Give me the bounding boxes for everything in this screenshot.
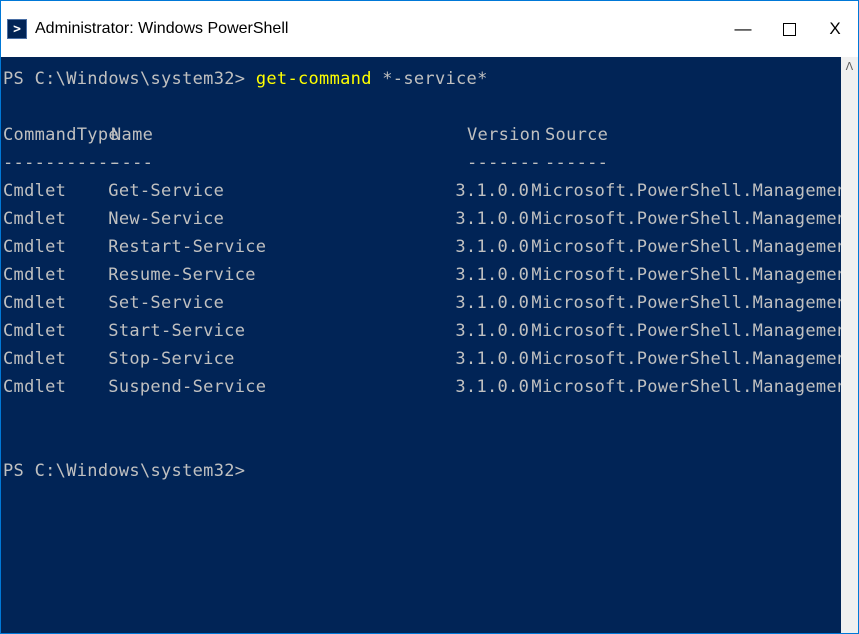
cell-source: Microsoft.PowerShell.Management	[531, 177, 858, 205]
cell-type: Cmdlet	[3, 373, 108, 401]
cell-version: 3.1.0.0	[455, 261, 531, 289]
cell-type: Cmdlet	[3, 205, 108, 233]
cell-type: Cmdlet	[3, 261, 108, 289]
powershell-window: > Administrator: Windows PowerShell — X …	[0, 0, 859, 634]
cell-name: Get-Service	[108, 177, 455, 205]
command-text: get-command	[256, 65, 372, 93]
cell-version: 3.1.0.0	[455, 289, 531, 317]
cell-type: Cmdlet	[3, 317, 108, 345]
titlebar[interactable]: > Administrator: Windows PowerShell — X	[1, 1, 858, 57]
scrollbar[interactable]: ᐱ	[841, 57, 858, 633]
powershell-icon: >	[7, 19, 27, 39]
cell-name: New-Service	[108, 205, 455, 233]
cell-version: 3.1.0.0	[455, 233, 531, 261]
header-source: Source	[545, 121, 858, 149]
blank-line	[3, 429, 858, 457]
header-name: Name	[111, 121, 467, 149]
window-title: Administrator: Windows PowerShell	[35, 20, 288, 38]
cell-name: Restart-Service	[108, 233, 455, 261]
console-area[interactable]: PS C:\Windows\system32> get-command *-se…	[1, 57, 858, 633]
cell-name: Stop-Service	[108, 345, 455, 373]
cell-name: Start-Service	[108, 317, 455, 345]
table-row: CmdletSuspend-Service3.1.0.0Microsoft.Po…	[3, 373, 858, 401]
cell-source: Microsoft.PowerShell.Management	[531, 261, 858, 289]
header-commandtype: CommandType	[3, 121, 111, 149]
table-row: CmdletStop-Service3.1.0.0Microsoft.Power…	[3, 345, 858, 373]
command-arg: *-service*	[372, 65, 488, 93]
window-controls: — X	[720, 1, 858, 57]
cell-source: Microsoft.PowerShell.Management	[531, 233, 858, 261]
cell-name: Suspend-Service	[108, 373, 455, 401]
cell-type: Cmdlet	[3, 345, 108, 373]
maximize-icon	[783, 23, 796, 36]
prompt-line: PS C:\Windows\system32>	[3, 457, 858, 485]
cell-version: 3.1.0.0	[455, 205, 531, 233]
cell-type: Cmdlet	[3, 177, 108, 205]
cell-source: Microsoft.PowerShell.Management	[531, 205, 858, 233]
cell-type: Cmdlet	[3, 289, 108, 317]
table-header-divider: ----------- ---- ------- ------	[3, 149, 858, 177]
table-row: CmdletRestart-Service3.1.0.0Microsoft.Po…	[3, 233, 858, 261]
cell-source: Microsoft.PowerShell.Management	[531, 289, 858, 317]
prompt-prefix: PS C:\Windows\system32>	[3, 65, 256, 93]
table-row: CmdletStart-Service3.1.0.0Microsoft.Powe…	[3, 317, 858, 345]
close-button[interactable]: X	[812, 1, 858, 57]
cell-version: 3.1.0.0	[455, 317, 531, 345]
maximize-button[interactable]	[766, 1, 812, 57]
minimize-button[interactable]: —	[720, 1, 766, 57]
blank-line	[3, 401, 858, 429]
cell-name: Set-Service	[108, 289, 455, 317]
cell-source: Microsoft.PowerShell.Management	[531, 317, 858, 345]
table-row: CmdletSet-Service3.1.0.0Microsoft.PowerS…	[3, 289, 858, 317]
table-header: CommandType Name Version Source	[3, 121, 858, 149]
cell-version: 3.1.0.0	[455, 345, 531, 373]
table-body: CmdletGet-Service3.1.0.0Microsoft.PowerS…	[3, 177, 858, 401]
cell-version: 3.1.0.0	[455, 177, 531, 205]
table-row: CmdletResume-Service3.1.0.0Microsoft.Pow…	[3, 261, 858, 289]
prompt-text: PS C:\Windows\system32>	[3, 457, 245, 485]
cell-name: Resume-Service	[108, 261, 455, 289]
blank-line	[3, 93, 858, 121]
cell-source: Microsoft.PowerShell.Management	[531, 345, 858, 373]
header-version: Version	[467, 121, 545, 149]
cell-version: 3.1.0.0	[455, 373, 531, 401]
table-row: CmdletGet-Service3.1.0.0Microsoft.PowerS…	[3, 177, 858, 205]
cell-type: Cmdlet	[3, 233, 108, 261]
scroll-up-icon[interactable]: ᐱ	[841, 57, 858, 77]
command-line: PS C:\Windows\system32> get-command *-se…	[3, 65, 858, 93]
table-row: CmdletNew-Service3.1.0.0Microsoft.PowerS…	[3, 205, 858, 233]
cell-source: Microsoft.PowerShell.Management	[531, 373, 858, 401]
